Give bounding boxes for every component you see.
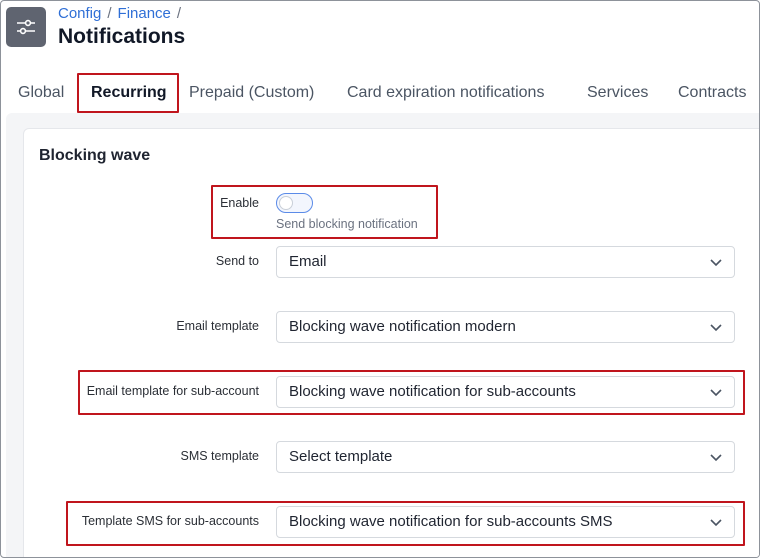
chevron-down-icon: [710, 389, 722, 397]
email-template-sub-value: Blocking wave notification for sub-accou…: [289, 383, 576, 400]
tab-prepaid-custom[interactable]: Prepaid (Custom): [189, 71, 314, 111]
enable-label: Enable: [220, 196, 259, 210]
chevron-down-icon: [710, 259, 722, 267]
breadcrumb-separator: /: [176, 5, 182, 22]
email-template-sub-select[interactable]: Blocking wave notification for sub-accou…: [276, 376, 735, 408]
tab-contracts[interactable]: Contracts: [678, 71, 746, 111]
email-template-value: Blocking wave notification modern: [289, 318, 516, 335]
tab-recurring[interactable]: Recurring: [91, 71, 167, 111]
breadcrumb-separator: /: [107, 5, 112, 22]
sms-template-sub-label: Template SMS for sub-accounts: [81, 514, 259, 528]
toggle-knob: [279, 195, 293, 210]
enable-help-text: Send blocking notification: [276, 217, 418, 231]
sms-template-value: Select template: [289, 448, 393, 465]
app-window: Config / Finance / Notifications Global …: [0, 0, 760, 558]
breadcrumb: Config / Finance /: [58, 5, 187, 22]
enable-toggle[interactable]: [276, 193, 313, 213]
page-title: Notifications: [58, 25, 186, 48]
tab-global[interactable]: Global: [18, 71, 64, 111]
send-to-select[interactable]: Email: [276, 246, 735, 278]
email-template-select[interactable]: Blocking wave notification modern: [276, 311, 735, 343]
send-to-value: Email: [289, 253, 327, 270]
breadcrumb-config[interactable]: Config: [58, 5, 101, 22]
tab-card-expiration-notifications[interactable]: Card expiration notifications: [347, 71, 544, 111]
tab-bar: Global Recurring Prepaid (Custom) Card e…: [1, 71, 759, 115]
chevron-down-icon: [710, 324, 722, 332]
sms-template-select[interactable]: Select template: [276, 441, 735, 473]
email-template-label: Email template: [176, 319, 259, 333]
blocking-wave-card: [23, 128, 759, 557]
chevron-down-icon: [710, 454, 722, 462]
tab-services[interactable]: Services: [587, 71, 648, 111]
sliders-icon: [6, 7, 46, 47]
email-template-sub-label: Email template for sub-account: [86, 384, 259, 398]
sms-template-label: SMS template: [180, 449, 259, 463]
sms-template-sub-select[interactable]: Blocking wave notification for sub-accou…: [276, 506, 735, 538]
section-title: Blocking wave: [39, 147, 151, 164]
sms-template-sub-value: Blocking wave notification for sub-accou…: [289, 513, 613, 530]
chevron-down-icon: [710, 519, 722, 527]
breadcrumb-finance[interactable]: Finance: [118, 5, 171, 22]
send-to-label: Send to: [215, 254, 259, 268]
